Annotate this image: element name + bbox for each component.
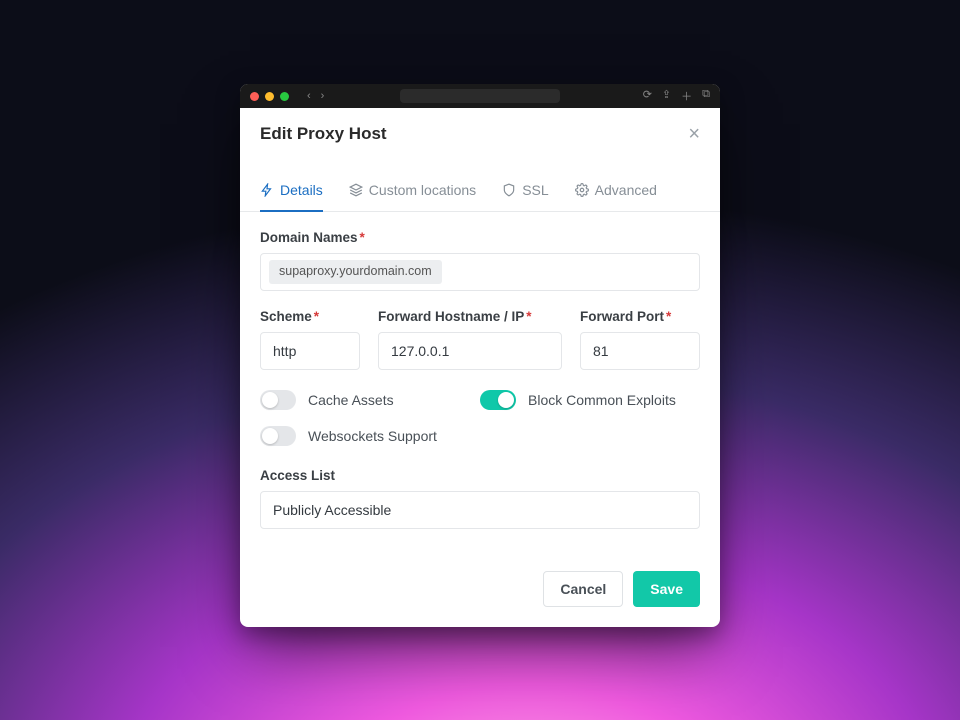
back-icon[interactable]: ‹ <box>307 90 311 102</box>
cache-assets-toggle[interactable] <box>260 390 296 410</box>
scheme-label: Scheme* <box>260 309 360 324</box>
modal-body: Domain Names* supaproxy.yourdomain.com S… <box>240 212 720 537</box>
domain-chip[interactable]: supaproxy.yourdomain.com <box>269 260 442 284</box>
websockets-toggle[interactable] <box>260 426 296 446</box>
access-list-label: Access List <box>260 468 700 483</box>
tab-bar: Details Custom locations SSL Advanced <box>240 160 720 212</box>
forward-port-label: Forward Port* <box>580 309 700 324</box>
modal-header: Edit Proxy Host × <box>240 108 720 160</box>
block-exploits-toggle-row: Block Common Exploits <box>480 390 700 410</box>
block-exploits-toggle[interactable] <box>480 390 516 410</box>
tab-advanced-label: Advanced <box>595 182 657 198</box>
access-list-value: Publicly Accessible <box>273 502 391 518</box>
tab-ssl-label: SSL <box>522 182 548 198</box>
block-exploits-label: Block Common Exploits <box>528 392 676 408</box>
traffic-lights <box>250 92 289 101</box>
new-tab-icon[interactable]: ＋ <box>681 88 692 104</box>
tab-custom-locations-label: Custom locations <box>369 182 476 198</box>
close-icon[interactable]: × <box>688 124 700 144</box>
shield-icon <box>502 183 516 197</box>
browser-window: ‹ › ⟳ ⇪ ＋ ⧉ Edit Proxy Host × Details Cu… <box>240 84 720 627</box>
required-asterisk: * <box>360 230 365 245</box>
reload-icon[interactable]: ⟳ <box>643 88 652 104</box>
tabs-overview-icon[interactable]: ⧉ <box>702 88 710 104</box>
domain-names-input[interactable]: supaproxy.yourdomain.com <box>260 253 700 291</box>
websockets-toggle-row: Websockets Support <box>260 426 480 446</box>
share-icon[interactable]: ⇪ <box>662 88 671 104</box>
modal-title: Edit Proxy Host <box>260 124 387 144</box>
tab-ssl[interactable]: SSL <box>502 182 548 212</box>
gear-icon <box>575 183 589 197</box>
close-window-button[interactable] <box>250 92 259 101</box>
minimize-window-button[interactable] <box>265 92 274 101</box>
access-list-select[interactable]: Publicly Accessible <box>260 491 700 529</box>
titlebar: ‹ › ⟳ ⇪ ＋ ⧉ <box>240 84 720 108</box>
tab-advanced[interactable]: Advanced <box>575 182 657 212</box>
bolt-icon <box>260 183 274 197</box>
forward-port-input[interactable]: 81 <box>580 332 700 370</box>
address-bar[interactable] <box>400 89 560 103</box>
forward-icon[interactable]: › <box>321 90 325 102</box>
tab-custom-locations[interactable]: Custom locations <box>349 182 476 212</box>
scheme-select[interactable]: http <box>260 332 360 370</box>
domain-names-label: Domain Names* <box>260 230 700 245</box>
layers-icon <box>349 183 363 197</box>
scheme-value: http <box>273 343 296 359</box>
cancel-button[interactable]: Cancel <box>543 571 623 607</box>
cache-assets-label: Cache Assets <box>308 392 394 408</box>
zoom-window-button[interactable] <box>280 92 289 101</box>
websockets-label: Websockets Support <box>308 428 437 444</box>
forward-hostname-value: 127.0.0.1 <box>391 343 449 359</box>
forward-hostname-input[interactable]: 127.0.0.1 <box>378 332 562 370</box>
forward-hostname-label: Forward Hostname / IP* <box>378 309 562 324</box>
save-button[interactable]: Save <box>633 571 700 607</box>
tab-details-label: Details <box>280 182 323 198</box>
cache-assets-toggle-row: Cache Assets <box>260 390 480 410</box>
modal-footer: Cancel Save <box>240 537 720 627</box>
forward-port-value: 81 <box>593 343 609 359</box>
tab-details[interactable]: Details <box>260 182 323 212</box>
